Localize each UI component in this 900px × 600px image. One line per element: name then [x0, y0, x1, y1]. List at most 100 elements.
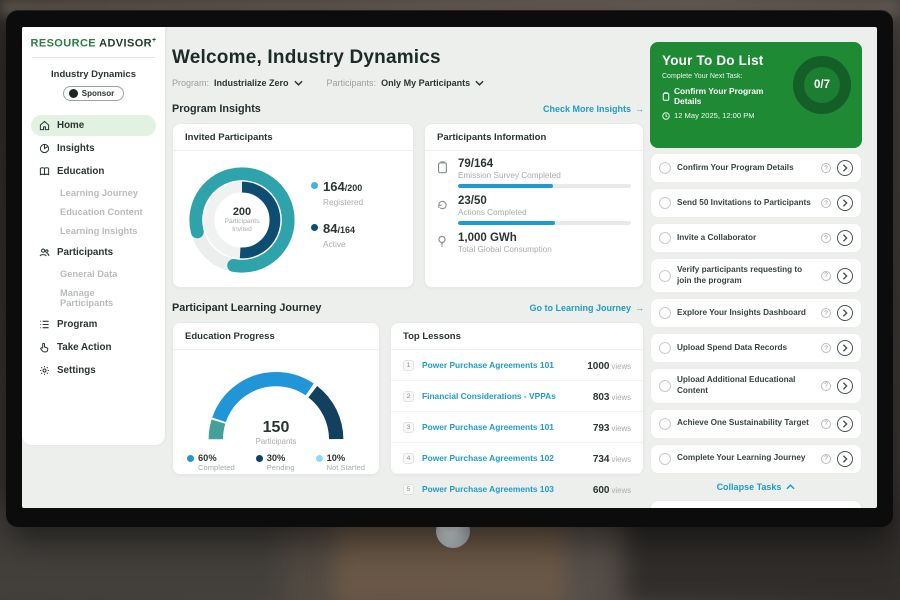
take-action-icon [39, 342, 50, 353]
lesson-link[interactable]: Financial Considerations - VPPAs [422, 391, 585, 401]
info-icon[interactable]: ? [821, 343, 831, 353]
todo-progress-ring: 0/7 [793, 56, 851, 114]
survey-value: 79/164 [458, 158, 631, 170]
active-value: 84 [323, 221, 337, 236]
task-checkbox[interactable] [659, 162, 671, 174]
sidebar-item-take-action[interactable]: Take Action [31, 337, 156, 358]
legend-item-not-started: 10% Not Started [316, 453, 365, 472]
task-checkbox[interactable] [659, 342, 671, 354]
info-icon[interactable]: ? [821, 271, 831, 281]
lesson-link[interactable]: Power Purchase Agreements 102 [422, 453, 585, 463]
task-go-button[interactable] [837, 230, 853, 246]
participants-filter-value: Only My Participants [381, 78, 470, 88]
task-checkbox[interactable] [659, 380, 671, 392]
task-row[interactable]: Confirm Your Program Details ? [650, 153, 862, 183]
task-go-button[interactable] [837, 305, 853, 321]
task-go-button[interactable] [837, 195, 853, 211]
recent-news-title: Recent News [651, 501, 861, 508]
chevron-right-icon [842, 382, 848, 390]
info-icon[interactable]: ? [821, 308, 831, 318]
sidebar-item-settings[interactable]: Settings [31, 360, 156, 381]
task-go-button[interactable] [837, 340, 853, 356]
section-title-learning-journey: Participant Learning Journey [172, 302, 321, 314]
task-checkbox[interactable] [659, 307, 671, 319]
section-title-program-insights: Program Insights [172, 103, 261, 115]
chevron-right-icon [842, 272, 848, 280]
todo-panel: Your To Do List Complete Your Next Task:… [650, 42, 862, 508]
lesson-views: 600 [593, 485, 610, 496]
sidebar-item-learning-journey[interactable]: Learning Journey [31, 184, 156, 202]
task-row[interactable]: Send 50 Invitations to Participants ? [650, 188, 862, 218]
task-row[interactable]: Upload Additional Educational Content ? [650, 368, 862, 403]
invited-legend: 164/200 Registered 84/164 Active [311, 178, 363, 262]
task-go-button[interactable] [837, 160, 853, 176]
sponsor-badge: Sponsor [63, 86, 124, 101]
insights-cards-row: Invited Participants 200 Participants I [172, 123, 644, 288]
task-go-button[interactable] [837, 268, 853, 284]
task-row[interactable]: Upload Spend Data Records ? [650, 333, 862, 363]
program-filter[interactable]: Program: Industrialize Zero [172, 78, 303, 88]
sidebar-item-insights[interactable]: Insights [31, 138, 156, 159]
arrow-right-icon: → [635, 303, 644, 313]
sidebar-nav: Home Insights Education Learning Journey… [22, 115, 165, 381]
info-row-consumption: 1,000 GWh Total Global Consumption [437, 232, 631, 258]
lesson-rank: 5 [403, 484, 414, 495]
task-row[interactable]: Verify participants requesting to join t… [650, 258, 862, 293]
education-total: 150 [196, 419, 356, 437]
task-checkbox[interactable] [659, 453, 671, 465]
go-to-learning-journey-link[interactable]: Go to Learning Journey → [529, 303, 644, 313]
legend-item-active: 84/164 Active [311, 220, 363, 249]
task-label: Invite a Collaborator [677, 233, 815, 244]
todo-next-task[interactable]: Confirm Your Program Details [662, 86, 793, 106]
task-checkbox[interactable] [659, 197, 671, 209]
task-label: Upload Spend Data Records [677, 343, 815, 354]
participants-filter[interactable]: Participants: Only My Participants [327, 78, 485, 88]
invited-total-label: Invited [232, 226, 252, 234]
views-label: views [612, 393, 632, 402]
sidebar-item-education[interactable]: Education [31, 161, 156, 182]
task-go-button[interactable] [837, 451, 853, 467]
card-title: Invited Participants [173, 124, 413, 151]
check-more-insights-link[interactable]: Check More Insights → [543, 104, 644, 114]
task-go-button[interactable] [837, 378, 853, 394]
chevron-up-icon [786, 484, 795, 490]
sidebar-item-education-content[interactable]: Education Content [31, 203, 156, 221]
task-row[interactable]: Complete Your Learning Journey ? [650, 444, 862, 474]
sidebar-item-participants[interactable]: Participants [31, 242, 156, 263]
sidebar-item-learning-insights[interactable]: Learning Insights [31, 222, 156, 240]
task-checkbox[interactable] [659, 232, 671, 244]
info-icon[interactable]: ? [821, 163, 831, 173]
lesson-rank: 1 [403, 360, 414, 371]
completed-label: Completed [198, 463, 235, 472]
lesson-link[interactable]: Power Purchase Agreements 101 [422, 422, 585, 432]
task-row[interactable]: Explore Your Insights Dashboard ? [650, 298, 862, 328]
legend-item-registered: 164/200 Registered [311, 178, 363, 207]
task-checkbox[interactable] [659, 418, 671, 430]
donut-center-label: 200 Participants Invited [183, 161, 301, 279]
task-row[interactable]: Invite a Collaborator ? [650, 223, 862, 253]
collapse-tasks-link[interactable]: Collapse Tasks [650, 482, 862, 492]
lesson-link[interactable]: Power Purchase Agreements 103 [422, 484, 585, 494]
views-label: views [612, 362, 632, 371]
sidebar-item-home[interactable]: Home [31, 115, 156, 136]
info-icon[interactable]: ? [821, 198, 831, 208]
chevron-down-icon [294, 80, 303, 86]
registered-dot-icon [311, 182, 318, 189]
gauge-center-label: 150 Participants [196, 419, 356, 446]
task-go-button[interactable] [837, 416, 853, 432]
arrow-right-icon: → [635, 104, 644, 114]
sidebar-item-program[interactable]: Program [31, 314, 156, 335]
survey-progress-bar [458, 184, 631, 188]
task-checkbox[interactable] [659, 270, 671, 282]
education-progress-card: Education Progress 150 Participants [172, 322, 380, 475]
info-icon[interactable]: ? [821, 419, 831, 429]
sidebar-item-manage-participants[interactable]: Manage Participants [31, 284, 156, 312]
lesson-link[interactable]: Power Purchase Agreements 101 [422, 360, 579, 370]
info-icon[interactable]: ? [821, 454, 831, 464]
pending-dot-icon [256, 455, 263, 462]
info-icon[interactable]: ? [821, 381, 831, 391]
invited-participants-card: Invited Participants 200 Participants I [172, 123, 414, 288]
info-icon[interactable]: ? [821, 233, 831, 243]
task-row[interactable]: Achieve One Sustainability Target ? [650, 409, 862, 439]
sidebar-item-general-data[interactable]: General Data [31, 265, 156, 283]
